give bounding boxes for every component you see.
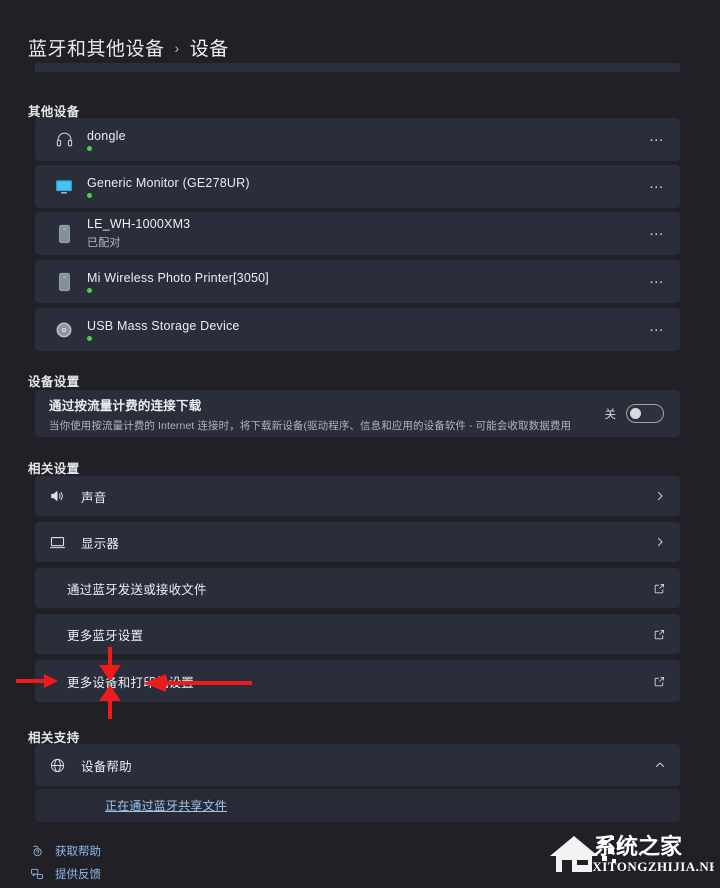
device-more-button[interactable]: … xyxy=(634,260,680,303)
status-dot xyxy=(87,145,92,151)
watermark: 系统之家 XITONGZHIJIA.NET xyxy=(542,826,720,882)
display-icon xyxy=(49,534,81,551)
breadcrumb-root[interactable]: 蓝牙和其他设备 xyxy=(28,34,165,61)
metered-download-text: 通过按流量计费的连接下载 当你使用按流量计费的 Internet 连接时，将下载… xyxy=(49,395,605,433)
external-link-icon xyxy=(653,628,666,641)
device-row-le-wh-1000xm3[interactable]: LE_WH-1000XM3 已配对 … xyxy=(35,212,680,255)
related-setting-display[interactable]: 显示器 xyxy=(35,522,680,562)
device-more-button[interactable]: … xyxy=(634,308,680,351)
footer-link-label: 获取帮助 xyxy=(55,846,101,858)
device-info: Mi Wireless Photo Printer[3050] xyxy=(87,271,634,293)
device-name: USB Mass Storage Device xyxy=(87,318,240,333)
related-setting-more-bluetooth[interactable]: 更多蓝牙设置 xyxy=(35,614,680,654)
metered-download-description: 当你使用按流量计费的 Internet 连接时，将下载新设备(驱动程序、信息和应… xyxy=(49,419,572,432)
breadcrumb-current: 设备 xyxy=(189,39,229,60)
device-more-button[interactable]: … xyxy=(634,165,680,208)
device-info: dongle xyxy=(87,129,634,151)
related-setting-label: 更多蓝牙设置 xyxy=(67,628,144,643)
phone-icon xyxy=(41,260,87,303)
related-setting-label: 声音 xyxy=(81,490,107,505)
external-link-icon xyxy=(653,675,666,688)
device-row-dongle[interactable]: dongle … xyxy=(35,118,680,161)
device-name: Generic Monitor (GE278UR) xyxy=(87,175,250,190)
chevron-up-icon[interactable] xyxy=(654,759,666,771)
related-setting-sound[interactable]: 声音 xyxy=(35,476,680,516)
related-support-label: 设备帮助 xyxy=(81,759,132,774)
monitor-icon xyxy=(41,165,87,208)
external-link-icon xyxy=(653,582,666,595)
bluetooth-file-sharing-link[interactable]: 正在通过蓝牙共享文件 xyxy=(49,797,227,814)
metered-download-title: 通过按流量计费的连接下载 xyxy=(49,398,202,413)
related-setting-label: 通过蓝牙发送或接收文件 xyxy=(67,582,207,597)
device-row-generic-monitor[interactable]: Generic Monitor (GE278UR) … xyxy=(35,165,680,208)
device-more-button[interactable]: … xyxy=(634,212,680,255)
related-setting-more-devices-printers[interactable]: 更多设备和打印机设置 xyxy=(35,660,680,702)
watermark-title: 系统之家 xyxy=(594,834,683,859)
breadcrumb: 蓝牙和其他设备 › 设备 xyxy=(28,34,229,61)
chevron-right-icon xyxy=(654,536,666,548)
device-row-mi-wireless-photo-printer[interactable]: Mi Wireless Photo Printer[3050] … xyxy=(35,260,680,303)
device-status: 已配对 xyxy=(87,237,121,249)
device-row-usb-mass-storage[interactable]: USB Mass Storage Device … xyxy=(35,308,680,351)
speaker-icon xyxy=(49,488,81,504)
device-name: dongle xyxy=(87,128,126,143)
phone-icon xyxy=(41,212,87,255)
related-setting-label: 显示器 xyxy=(81,536,120,551)
headphones-icon xyxy=(41,118,87,161)
device-name: LE_WH-1000XM3 xyxy=(87,217,191,231)
toggle-knob xyxy=(630,408,641,419)
related-setting-bluetooth-file-transfer[interactable]: 通过蓝牙发送或接收文件 xyxy=(35,568,680,608)
status-dot xyxy=(87,335,92,341)
footer-give-feedback[interactable]: 提供反馈 xyxy=(30,866,101,882)
watermark-url: XITONGZHIJIA.NET xyxy=(592,859,714,874)
chevron-right-icon: › xyxy=(174,39,180,56)
disc-drive-icon xyxy=(41,308,87,351)
toggle-state-label: 关 xyxy=(604,408,617,421)
metered-download-row[interactable]: 通过按流量计费的连接下载 当你使用按流量计费的 Internet 连接时，将下载… xyxy=(35,390,680,437)
section-title-related-settings: 相关设置 xyxy=(28,462,80,476)
feedback-icon xyxy=(30,867,44,881)
status-dot xyxy=(87,287,92,293)
metered-download-control[interactable]: 关 xyxy=(604,404,664,423)
metered-download-toggle[interactable] xyxy=(626,404,664,423)
device-info: Generic Monitor (GE278UR) xyxy=(87,176,634,198)
help-icon xyxy=(30,844,44,858)
related-support-sub-link-row[interactable]: 正在通过蓝牙共享文件 xyxy=(35,789,680,822)
device-info: USB Mass Storage Device xyxy=(87,319,634,341)
status-dot xyxy=(87,192,92,198)
settings-page: 蓝牙和其他设备 › 设备 其他设备 dongle … Generic Monit… xyxy=(0,0,720,888)
device-more-button[interactable]: … xyxy=(634,118,680,161)
related-support-device-help[interactable]: 设备帮助 xyxy=(35,744,680,786)
section-title-device-settings: 设备设置 xyxy=(28,375,80,389)
chevron-right-icon xyxy=(654,490,666,502)
related-setting-label: 更多设备和打印机设置 xyxy=(67,675,195,690)
globe-icon xyxy=(49,757,81,774)
device-name: Mi Wireless Photo Printer[3050] xyxy=(87,270,269,285)
footer-link-label: 提供反馈 xyxy=(55,869,101,881)
scrolled-card-edge xyxy=(35,63,680,72)
device-info: LE_WH-1000XM3 已配对 xyxy=(87,217,634,250)
footer-get-help[interactable]: 获取帮助 xyxy=(30,843,101,859)
